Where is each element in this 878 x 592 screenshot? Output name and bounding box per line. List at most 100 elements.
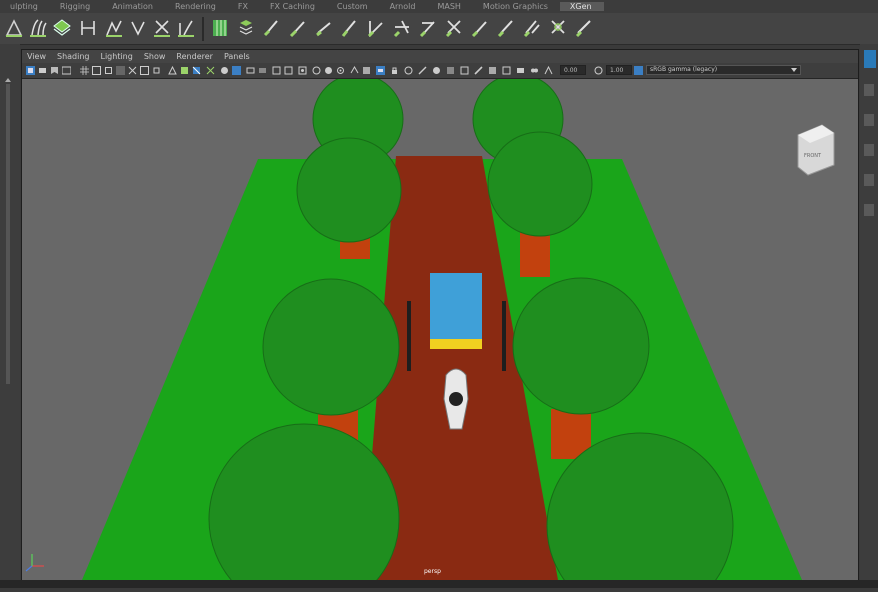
gamma-field[interactable]: 1.00 [606, 65, 632, 75]
tree-foliage [262, 278, 400, 416]
panel-menu-show[interactable]: Show [139, 52, 172, 61]
sidebar-tab-icon[interactable] [864, 84, 874, 96]
motion-blur-icon[interactable] [258, 66, 267, 75]
xgen-collection-icon[interactable] [52, 17, 72, 39]
stereo-icon[interactable] [530, 66, 539, 75]
ambient-occlusion-icon[interactable] [246, 66, 255, 75]
view-cube[interactable]: FRONT [797, 124, 835, 176]
shelf-tab-fx-caching[interactable]: FX Caching [260, 2, 327, 11]
select-camera-icon[interactable] [26, 66, 35, 75]
shelf-tab-fx[interactable]: FX [228, 2, 260, 11]
color-management-icon[interactable] [432, 66, 441, 75]
color-management-toggle-icon[interactable] [634, 66, 643, 75]
camera-sequence-icon[interactable] [516, 66, 525, 75]
xgen-brush-3-icon[interactable] [314, 17, 334, 39]
sidebar-tab-icon[interactable] [864, 204, 874, 216]
xgen-brush-9-icon[interactable] [470, 17, 490, 39]
bookmark-icon[interactable] [50, 66, 59, 75]
xgen-brush-8-icon[interactable] [444, 17, 464, 39]
channel-box-icon[interactable] [864, 50, 876, 68]
panel-menu-shading[interactable]: Shading [52, 52, 96, 61]
xray-icon[interactable] [312, 66, 321, 75]
xgen-grid-icon[interactable] [210, 17, 230, 39]
xgen-brush-2-icon[interactable] [288, 17, 308, 39]
xgen-create-icon[interactable] [4, 17, 24, 39]
shelf-tab-animation[interactable]: Animation [102, 2, 165, 11]
tree-foliage [512, 277, 650, 415]
view-transform-dropdown[interactable]: sRGB gamma (legacy) [646, 65, 801, 75]
sidebar-tab-icon[interactable] [864, 144, 874, 156]
resolution-gate-icon[interactable] [104, 66, 113, 75]
gamma-toggle-icon[interactable] [594, 66, 603, 75]
xgen-brush-5-icon[interactable] [366, 17, 386, 39]
exposure-icon[interactable] [404, 66, 413, 75]
shelf-tab-motion-graphics[interactable]: Motion Graphics [473, 2, 560, 11]
shadows-icon[interactable] [232, 66, 241, 75]
xgen-comb-icon[interactable] [128, 17, 148, 39]
isolate-select-icon[interactable] [298, 66, 307, 75]
shelf-tab-xgen[interactable]: XGen [559, 2, 604, 11]
camera-lock-icon[interactable] [390, 66, 399, 75]
xgen-noise-icon[interactable] [176, 17, 196, 39]
field-chart-icon[interactable] [128, 66, 137, 75]
panel-menu-view[interactable]: View [22, 52, 52, 61]
safe-title-icon[interactable] [152, 66, 161, 75]
xgen-brush-13-icon[interactable] [574, 17, 594, 39]
shelf-tab-custom[interactable]: Custom [327, 2, 380, 11]
wireframe-on-shaded-icon[interactable] [192, 66, 201, 75]
xgen-brush-1-icon[interactable] [262, 17, 282, 39]
box-stripe [430, 339, 482, 349]
grid-icon[interactable] [80, 66, 89, 75]
use-all-lights-icon[interactable] [220, 66, 229, 75]
shelf-tab-rigging[interactable]: Rigging [50, 2, 102, 11]
smooth-shade-icon[interactable] [180, 66, 189, 75]
panel-menu-renderer[interactable]: Renderer [171, 52, 219, 61]
two-sided-lighting-icon[interactable] [362, 66, 371, 75]
gate-mask-icon[interactable] [116, 66, 125, 75]
xgen-paint-icon[interactable] [236, 17, 256, 39]
safe-action-icon[interactable] [140, 66, 149, 75]
xgen-brush-11-icon[interactable] [522, 17, 542, 39]
camera-overscan-icon[interactable] [460, 66, 469, 75]
panel-menu-lighting[interactable]: Lighting [95, 52, 138, 61]
backface-culling-icon[interactable] [350, 66, 359, 75]
chevron-down-icon [791, 68, 797, 72]
xray-joints-icon[interactable] [324, 66, 333, 75]
xgen-cut-icon[interactable] [152, 17, 172, 39]
exposure-toggle-icon[interactable] [544, 66, 553, 75]
shelf-separator [202, 17, 204, 41]
view-transform-icon[interactable] [446, 66, 455, 75]
xgen-guide-edit-icon[interactable] [78, 17, 98, 39]
shelf-tab-ulpting[interactable]: ulpting [0, 2, 50, 11]
xgen-guides-icon[interactable] [28, 17, 48, 39]
hud-icon[interactable] [376, 66, 385, 75]
xgen-brush-12-icon[interactable] [548, 17, 568, 39]
image-plane-icon[interactable] [62, 66, 71, 75]
view-cube-label: FRONT [804, 153, 822, 159]
sidebar-tab-icon[interactable] [864, 114, 874, 126]
grease-pencil-icon[interactable] [474, 66, 483, 75]
xgen-sculpt-icon[interactable] [104, 17, 124, 39]
textured-icon[interactable] [206, 66, 215, 75]
toolbox-scrollbar[interactable] [0, 44, 20, 588]
exposure-field[interactable]: 0.00 [560, 65, 586, 75]
film-gate-icon[interactable] [92, 66, 101, 75]
shelf-tab-mash[interactable]: MASH [427, 2, 472, 11]
xray-components-icon[interactable] [336, 66, 345, 75]
xgen-brush-10-icon[interactable] [496, 17, 516, 39]
anti-aliasing-icon[interactable] [272, 66, 281, 75]
perspective-viewport[interactable]: FRONT persp [22, 79, 858, 580]
wireframe-icon[interactable] [168, 66, 177, 75]
shelf-tab-rendering[interactable]: Rendering [165, 2, 228, 11]
shelf-tab-arnold[interactable]: Arnold [380, 2, 428, 11]
xgen-brush-7-icon[interactable] [418, 17, 438, 39]
panel-menu-panels[interactable]: Panels [219, 52, 256, 61]
toggle-icon[interactable] [488, 66, 497, 75]
xgen-brush-4-icon[interactable] [340, 17, 360, 39]
camera-attributes-icon[interactable] [38, 66, 47, 75]
view-cube-toggle-icon[interactable] [502, 66, 511, 75]
depth-of-field-icon[interactable] [284, 66, 293, 75]
xgen-brush-6-icon[interactable] [392, 17, 412, 39]
sidebar-tab-icon[interactable] [864, 174, 874, 186]
gamma-icon[interactable] [418, 66, 427, 75]
